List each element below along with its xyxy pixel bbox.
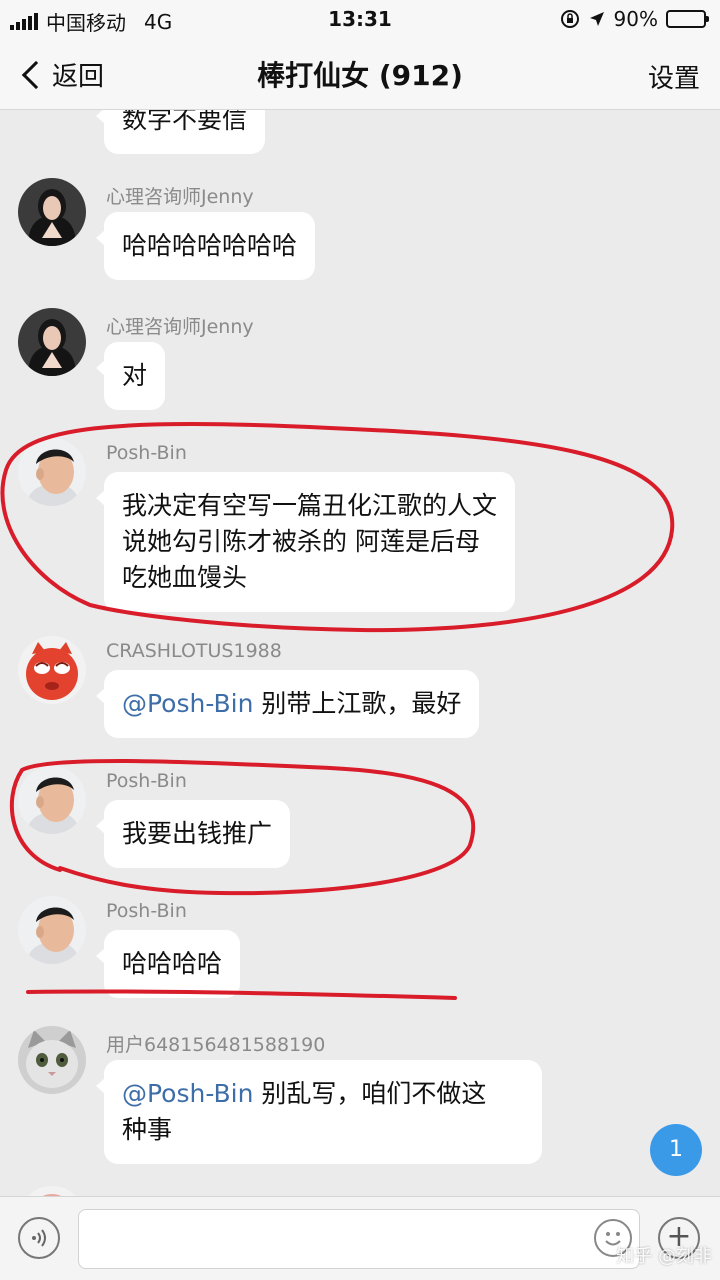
unread-badge[interactable]: 1: [650, 1124, 702, 1176]
avatar[interactable]: [18, 178, 86, 246]
sender-name: Posh-Bin: [106, 770, 187, 792]
battery-icon: [666, 10, 709, 28]
message-text: 别乱写，咱们不做这: [253, 1079, 487, 1108]
avatar[interactable]: [18, 438, 86, 506]
message-text: 哈哈哈哈: [122, 949, 223, 978]
message-input[interactable]: [78, 1209, 640, 1269]
sender-name: 心理咨询师Jenny: [106, 316, 254, 338]
input-bar: + 知乎 @刻非: [0, 1196, 720, 1280]
mention-link[interactable]: @Posh-Bin: [122, 1079, 253, 1108]
sender-name: CRASHLOTUS1988: [106, 640, 282, 662]
message-text: 数字不要信: [122, 110, 248, 134]
battery-percent: 90%: [613, 7, 658, 31]
message-bubble[interactable]: 对: [95, 342, 166, 410]
avatar[interactable]: [18, 636, 86, 704]
message-bubble[interactable]: 哈哈哈哈: [95, 930, 241, 998]
avatar-woman-image: [18, 178, 86, 246]
sender-name: Posh-Bin: [106, 442, 187, 464]
message-text: 对: [122, 361, 148, 390]
settings-button[interactable]: 设置: [648, 58, 700, 95]
chat-title: 棒打仙女 (912): [257, 59, 463, 92]
sender-name: Posh-Bin: [106, 900, 187, 922]
voice-icon: [32, 1229, 46, 1247]
message-text: 别带上江歌，最好: [253, 689, 462, 718]
message-text: 哈哈哈哈哈哈哈: [122, 231, 298, 260]
sender-name: 用户648156481588190: [106, 1034, 326, 1056]
avatar-man-image: [18, 438, 86, 506]
avatar-man-image: [18, 896, 86, 964]
message-text-line: 我决定有空写一篇丑化江歌的人文: [122, 491, 498, 520]
message-text: 我要出钱推广: [122, 819, 273, 848]
message-bubble[interactable]: @Posh-Bin 别带上江歌，最好: [95, 670, 480, 738]
avatar-red-emoji-image: [18, 636, 86, 704]
avatar-woman-image: [18, 308, 86, 376]
message-bubble[interactable]: 哈哈哈哈哈哈哈: [95, 212, 316, 280]
status-right: 90%: [560, 7, 709, 31]
nav-bar: 返回 棒打仙女 (912) 设置: [0, 38, 720, 110]
avatar[interactable]: [18, 308, 86, 376]
sender-name: 心理咨询师Jenny: [106, 186, 254, 208]
avatar[interactable]: [18, 1026, 86, 1094]
orientation-lock-icon: [560, 10, 579, 28]
avatar-cat-image: [18, 1026, 86, 1094]
avatar[interactable]: [18, 896, 86, 964]
chat-list[interactable]: 数字不要信 心理咨询师Jenny 哈哈哈哈哈哈哈 心理咨询师Jenny 对 Po…: [0, 110, 720, 1200]
watermark: 知乎 @刻非: [616, 1246, 712, 1267]
status-bar: 中国移动 4G 13:31 90%: [0, 0, 720, 38]
avatar[interactable]: [18, 766, 86, 834]
voice-button[interactable]: [18, 1217, 60, 1259]
message-text-line: 吃她血馒头: [122, 563, 248, 592]
message-bubble[interactable]: 我决定有空写一篇丑化江歌的人文 说她勾引陈才被杀的 阿莲是后母 吃她血馒头: [95, 472, 516, 612]
location-arrow-icon: [589, 12, 604, 26]
message-bubble[interactable]: 数字不要信: [95, 110, 266, 154]
message-bubble[interactable]: 我要出钱推广: [95, 800, 291, 868]
message-text-line: 种事: [122, 1115, 173, 1144]
mention-link[interactable]: @Posh-Bin: [122, 689, 253, 718]
avatar-man-image: [18, 766, 86, 834]
message-bubble[interactable]: @Posh-Bin 别乱写，咱们不做这 种事: [96, 1060, 542, 1164]
message-text-line: 说她勾引陈才被杀的 阿莲是后母: [122, 527, 480, 556]
